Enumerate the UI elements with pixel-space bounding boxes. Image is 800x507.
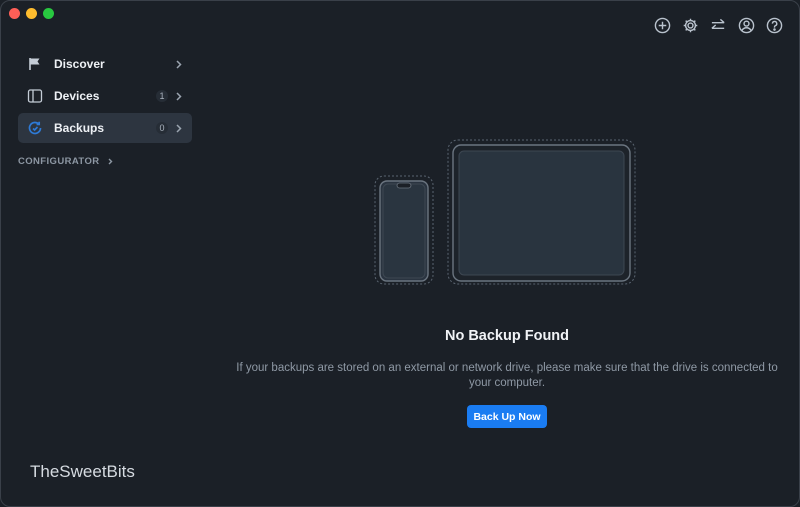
devices-icon [27,88,43,104]
chevron-right-icon [176,59,184,69]
devices-illustration [374,139,636,285]
empty-state-description: If your backups are stored on an externa… [236,362,778,389]
main-content: No Backup Found If your backups are stor… [201,1,799,506]
sidebar-nav: Discover Devices 1 Backups 0 [18,49,192,145]
back-up-now-button[interactable]: Back Up Now [467,405,547,428]
section-label: CONFIGURATOR [18,156,100,167]
watermark: TheSweetBits [30,462,135,481]
sidebar-item-discover[interactable]: Discover [18,49,192,79]
sidebar: Discover Devices 1 Backups 0 CONFIGURATO… [1,1,201,506]
backup-sync-icon [27,120,43,136]
count-badge: 1 [156,90,168,102]
chevron-right-icon [176,123,184,133]
flag-icon [27,56,43,72]
count-badge: 0 [156,122,168,134]
chevron-right-icon [176,91,184,101]
sidebar-item-backups[interactable]: Backups 0 [18,113,192,143]
configurator-section[interactable]: CONFIGURATOR [18,156,113,167]
sidebar-item-label: Backups [54,121,105,135]
app-window: Discover Devices 1 Backups 0 CONFIGURATO… [0,0,800,507]
sidebar-item-label: Devices [54,89,100,103]
chevron-right-icon [108,158,113,165]
empty-state-title: No Backup Found [444,328,570,344]
sidebar-item-label: Discover [54,57,105,71]
sidebar-item-devices[interactable]: Devices 1 [18,81,192,111]
